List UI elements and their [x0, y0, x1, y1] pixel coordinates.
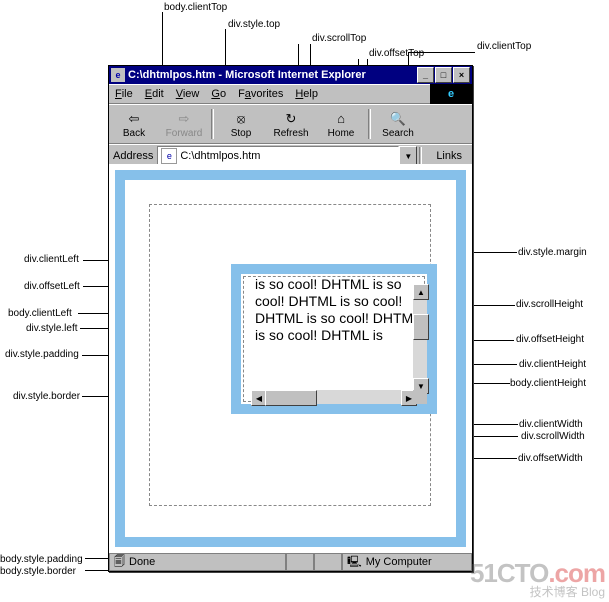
back-button[interactable]: ⇦Back [109, 110, 159, 139]
page-icon: e [161, 148, 177, 164]
label-div-clientLeft: div.clientLeft [24, 254, 79, 265]
diagram-stage: body.clientTop div.style.top div.scrollT… [0, 0, 609, 602]
close-button[interactable]: × [453, 67, 470, 83]
scroll-thumb[interactable] [265, 390, 317, 406]
menu-go[interactable]: Go [205, 86, 232, 102]
separator [419, 147, 422, 165]
back-arrow-icon: ⇦ [109, 110, 159, 128]
div-border: is so cool! DHTML is so cool! DHTML is s… [231, 264, 437, 414]
titlebar: e C:\dhtmlpos.htm - Microsoft Internet E… [109, 66, 472, 84]
computer-icon: 🖳 [347, 553, 362, 572]
ie-icon: e [111, 68, 125, 82]
toolbar: ⇦Back ⇨Forward ⦻Stop ↻Refresh ⌂Home 🔍Sea… [109, 104, 472, 144]
address-input[interactable]: e C:\dhtmlpos.htm [157, 146, 399, 166]
home-button[interactable]: ⌂Home [316, 110, 366, 139]
vertical-scrollbar[interactable]: ▲ ▼ [413, 284, 427, 394]
label-body-clientHeight: body.clientHeight [510, 378, 586, 389]
address-value: C:\dhtmlpos.htm [180, 150, 260, 162]
stop-icon: ⦻ [216, 110, 266, 128]
toolbar-separator [368, 109, 371, 139]
forward-arrow-icon: ⇨ [159, 110, 209, 128]
guide [408, 52, 475, 53]
div-text: is so cool! DHTML is so cool! DHTML is s… [255, 276, 423, 344]
label-div-style-left: div.style.left [26, 323, 78, 334]
status-zone: 🖳 My Computer [342, 553, 472, 571]
stop-button[interactable]: ⦻Stop [216, 110, 266, 139]
status-pane [286, 553, 314, 571]
scroll-up-icon[interactable]: ▲ [413, 284, 429, 300]
horizontal-scrollbar[interactable]: ◀ ▶ [251, 390, 417, 404]
search-icon: 🔍 [373, 110, 423, 128]
maximize-button[interactable]: □ [435, 67, 452, 83]
address-label: Address [113, 150, 153, 162]
page-icon: 🗐 [114, 553, 125, 572]
label-div-style-top: div.style.top [228, 19, 280, 30]
watermark: 51CTO.com 技术博客 Blog [470, 560, 605, 598]
address-dropdown[interactable]: ▼ [399, 146, 417, 166]
div-content: is so cool! DHTML is so cool! DHTML is s… [251, 284, 427, 404]
search-button[interactable]: 🔍Search [373, 110, 423, 139]
label-div-style-padding: div.style.padding [5, 349, 79, 360]
label-div-scrollTop: div.scrollTop [312, 33, 366, 44]
label-div-offsetTop: div.offsetTop [369, 48, 424, 59]
menu-favorites[interactable]: Favorites [232, 86, 289, 102]
label-div-offsetWidth: div.offsetWidth [518, 453, 583, 464]
menu-file[interactable]: FFileile [109, 86, 139, 102]
menu-view[interactable]: View [170, 86, 206, 102]
ie-logo-icon: e [430, 84, 472, 104]
scroll-corner [413, 390, 427, 404]
document-body: is so cool! DHTML is so cool! DHTML is s… [109, 164, 472, 553]
menu-edit[interactable]: Edit [139, 86, 170, 102]
refresh-button[interactable]: ↻Refresh [266, 110, 316, 139]
label-div-offsetLeft: div.offsetLeft [24, 281, 80, 292]
label-div-scrollHeight: div.scrollHeight [516, 299, 583, 310]
label-div-clientTop: div.clientTop [477, 41, 531, 52]
statusbar: 🗐 Done 🖳 My Computer [109, 552, 472, 571]
label-div-style-border: div.style.border [13, 391, 80, 402]
menubar: FFileile Edit View Go Favorites Help e [109, 84, 472, 104]
label-body-clientTop: body.clientTop [164, 2, 227, 13]
label-body-style-padding: body.style.padding [0, 554, 83, 565]
menu-help[interactable]: Help [289, 86, 324, 102]
label-div-style-margin: div.style.margin [518, 247, 587, 258]
label-div-clientHeight: div.clientHeight [519, 359, 586, 370]
forward-button[interactable]: ⇨Forward [159, 110, 209, 139]
label-div-clientWidth: div.clientWidth [519, 419, 583, 430]
refresh-icon: ↻ [266, 110, 316, 128]
watermark-brand: 51CTO.com [470, 560, 605, 586]
label-div-scrollWidth: div.scrollWidth [521, 431, 585, 442]
toolbar-separator [211, 109, 214, 139]
label-div-offsetHeight: div.offsetHeight [516, 334, 584, 345]
scroll-thumb[interactable] [413, 314, 429, 340]
label-body-clientLeft: body.clientLeft [8, 308, 72, 319]
links-button[interactable]: Links [430, 148, 468, 164]
minimize-button[interactable]: _ [417, 67, 434, 83]
window-title: C:\dhtmlpos.htm - Microsoft Internet Exp… [128, 69, 366, 81]
label-body-style-border: body.style.border [0, 566, 76, 577]
ie-window: e C:\dhtmlpos.htm - Microsoft Internet E… [108, 65, 473, 572]
status-pane [314, 553, 342, 571]
home-icon: ⌂ [316, 110, 366, 128]
status-done: 🗐 Done [109, 553, 286, 571]
